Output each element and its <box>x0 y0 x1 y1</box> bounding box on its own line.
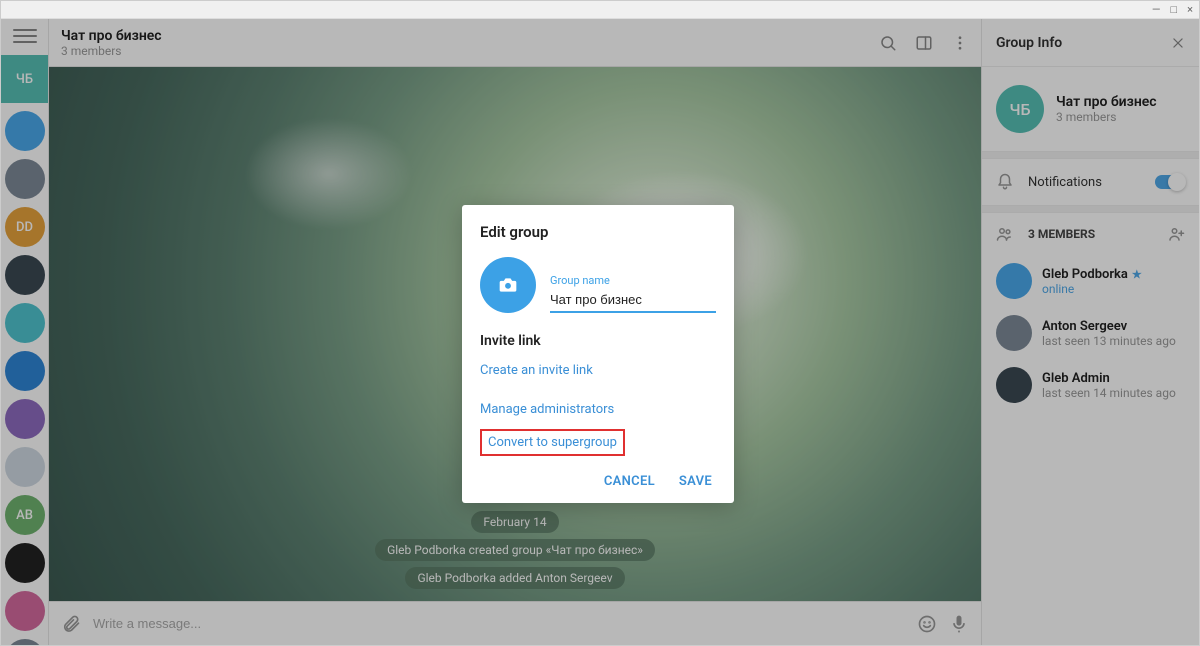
window-close-icon[interactable]: × <box>1187 3 1193 16</box>
group-name-input[interactable] <box>550 290 716 313</box>
modal-title: Edit group <box>480 223 716 241</box>
invite-link-section: Invite link <box>480 333 716 349</box>
group-name-label: Group name <box>550 274 716 287</box>
window-maximize-icon[interactable]: □ <box>1170 3 1177 16</box>
window-titlebar: — □ × <box>1 1 1199 19</box>
manage-administrators-link[interactable]: Manage administrators <box>480 396 716 423</box>
edit-group-modal: Edit group Group name Invite link Create… <box>462 205 734 503</box>
window-minimize-icon[interactable]: — <box>1152 3 1161 16</box>
camera-icon <box>497 275 519 295</box>
cancel-button[interactable]: CANCEL <box>604 474 655 489</box>
save-button[interactable]: SAVE <box>679 474 712 489</box>
create-invite-link[interactable]: Create an invite link <box>480 357 716 384</box>
convert-to-supergroup-link[interactable]: Convert to supergroup <box>480 429 625 456</box>
group-photo-button[interactable] <box>480 257 536 313</box>
